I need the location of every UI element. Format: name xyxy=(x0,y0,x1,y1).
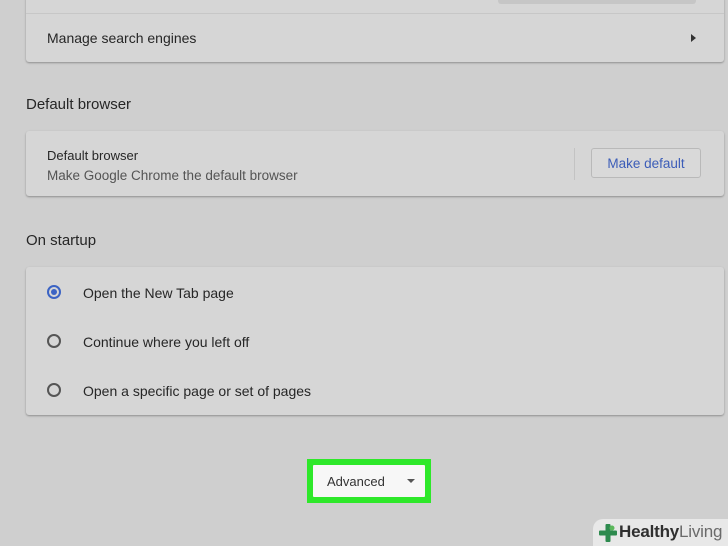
divider xyxy=(26,13,724,14)
radio-unchecked-icon[interactable] xyxy=(47,383,61,397)
make-default-button[interactable]: Make default xyxy=(591,148,701,178)
search-engine-card: Manage search engines xyxy=(26,0,724,62)
startup-option-label: Open the New Tab page xyxy=(83,285,234,301)
startup-option-new-tab[interactable]: Open the New Tab page xyxy=(26,268,724,317)
watermark-text: HealthyLiving xyxy=(619,522,722,542)
startup-option-label: Continue where you left off xyxy=(83,334,250,350)
watermark-word-living: Living xyxy=(679,522,723,541)
chevron-right-icon xyxy=(691,34,696,42)
caret-down-icon xyxy=(407,479,415,483)
radio-unchecked-icon[interactable] xyxy=(47,334,61,348)
default-browser-subtitle: Make Google Chrome the default browser xyxy=(47,168,298,183)
on-startup-heading: On startup xyxy=(26,232,97,249)
watermark-word-healthy: Healthy xyxy=(619,522,680,541)
default-browser-heading: Default browser xyxy=(26,96,132,113)
search-engine-select-remnant[interactable] xyxy=(498,0,696,4)
plus-leaf-logo-icon xyxy=(599,524,617,542)
startup-option-label: Open a specific page or set of pages xyxy=(83,383,312,399)
vertical-separator xyxy=(574,148,575,180)
advanced-label: Advanced xyxy=(327,474,385,489)
manage-search-engines-label: Manage search engines xyxy=(47,30,197,46)
default-browser-card: Default browser Make Google Chrome the d… xyxy=(26,131,724,196)
default-browser-title: Default browser xyxy=(47,148,139,163)
healthy-living-watermark: HealthyLiving xyxy=(593,519,728,546)
startup-option-continue[interactable]: Continue where you left off xyxy=(26,317,724,366)
radio-checked-icon[interactable] xyxy=(47,285,61,299)
on-startup-card: Open the New Tab page Continue where you… xyxy=(26,267,724,415)
startup-option-specific-pages[interactable]: Open a specific page or set of pages xyxy=(26,366,724,415)
advanced-button[interactable]: Advanced xyxy=(313,465,425,497)
